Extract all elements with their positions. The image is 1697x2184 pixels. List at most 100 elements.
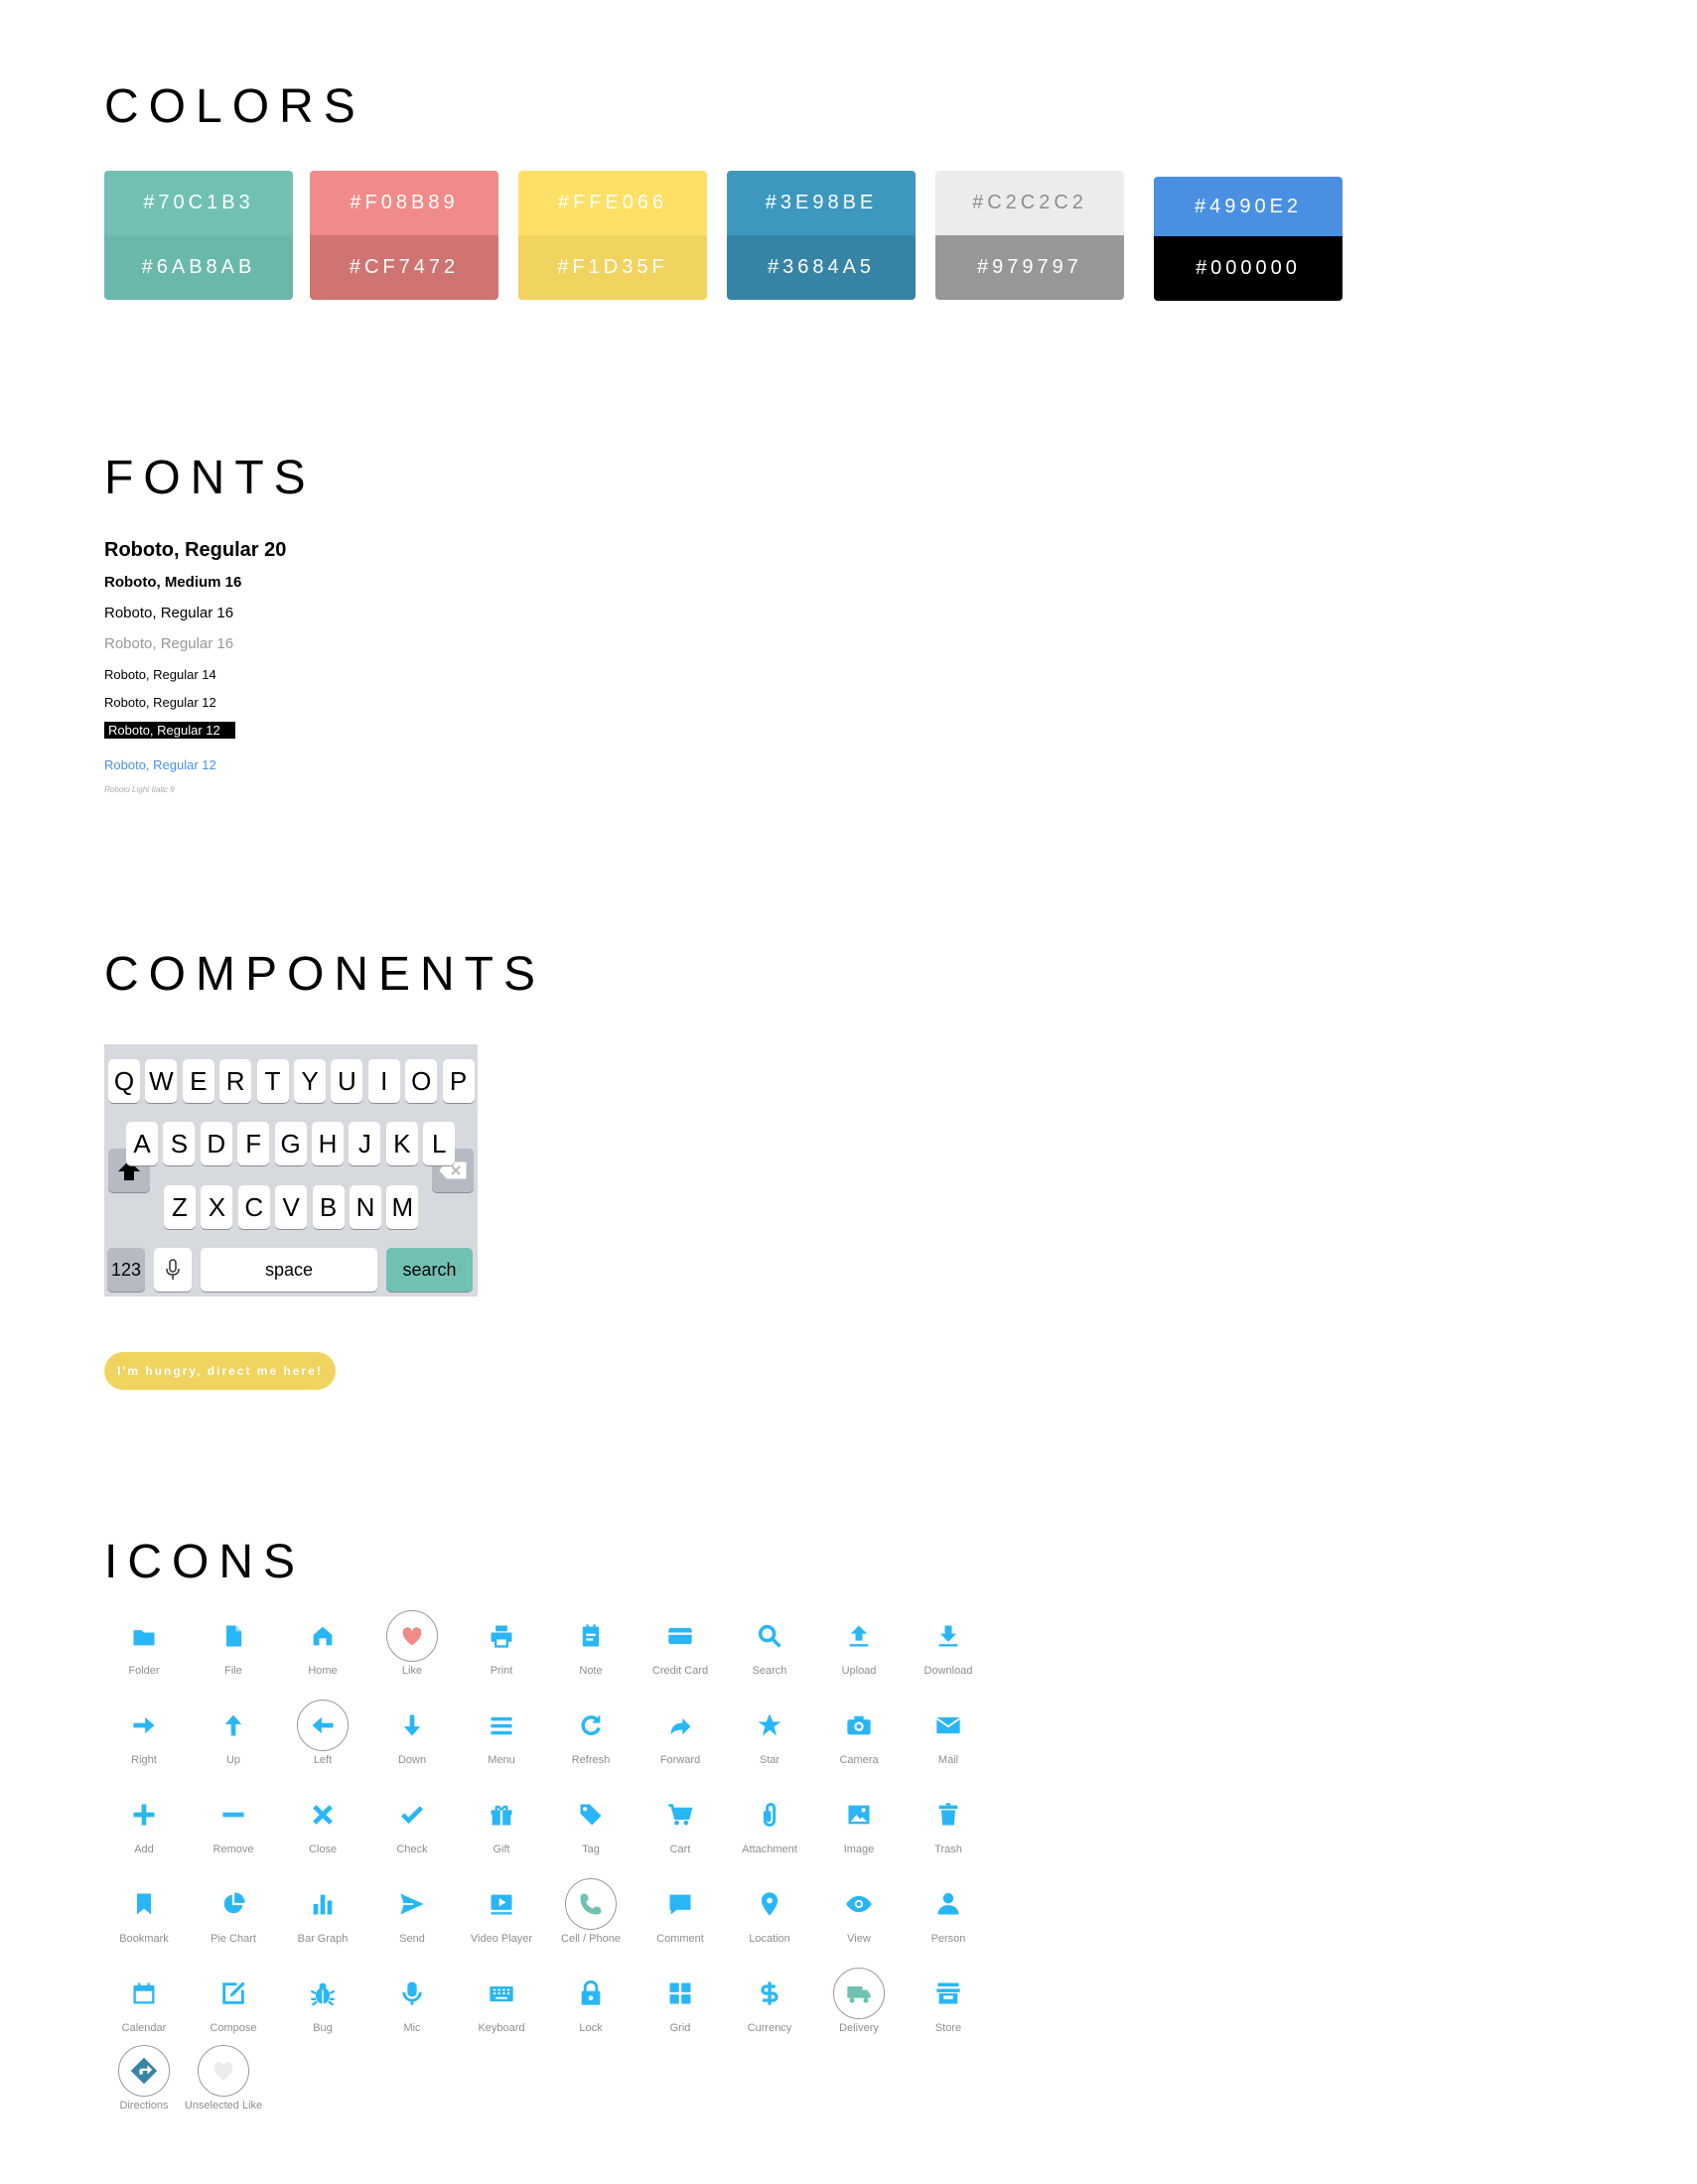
icon-label: Credit Card bbox=[651, 1665, 709, 1677]
icon-item-menu[interactable]: Menu bbox=[452, 1700, 551, 1766]
icon-item-upload[interactable]: Upload bbox=[809, 1610, 909, 1677]
icon-item-search[interactable]: Search bbox=[720, 1610, 819, 1677]
key-n[interactable]: N bbox=[350, 1185, 381, 1229]
icon-item-left[interactable]: Left bbox=[273, 1700, 372, 1766]
key-t[interactable]: T bbox=[256, 1059, 289, 1103]
font-sample-medium-16: Roboto, Medium 16 bbox=[104, 574, 242, 591]
icon-item-bug[interactable]: Bug bbox=[273, 1968, 372, 2034]
icon-item-right[interactable]: Right bbox=[94, 1700, 194, 1766]
icon-label: Store bbox=[934, 2022, 962, 2034]
check-icon bbox=[386, 1789, 438, 1841]
key-f[interactable]: F bbox=[237, 1122, 270, 1165]
icon-item-unselected-like[interactable]: Unselected Like bbox=[174, 2045, 273, 2112]
icon-item-star[interactable]: Star bbox=[720, 1700, 819, 1766]
key-m[interactable]: M bbox=[386, 1185, 419, 1229]
icon-item-bar-graph[interactable]: Bar Graph bbox=[273, 1878, 372, 1945]
key-l[interactable]: L bbox=[423, 1122, 456, 1165]
icon-item-home[interactable]: Home bbox=[273, 1610, 372, 1677]
icon-item-tag[interactable]: Tag bbox=[541, 1789, 640, 1855]
icon-item-credit-card[interactable]: Credit Card bbox=[631, 1610, 730, 1677]
icon-item-video-player[interactable]: Video Player bbox=[452, 1878, 551, 1945]
key-q[interactable]: Q bbox=[108, 1059, 140, 1103]
icon-item-keyboard[interactable]: Keyboard bbox=[452, 1968, 551, 2034]
icon-item-down[interactable]: Down bbox=[362, 1700, 462, 1766]
key-s[interactable]: S bbox=[163, 1122, 196, 1165]
icon-item-pie-chart[interactable]: Pie Chart bbox=[184, 1878, 283, 1945]
icon-item-mail[interactable]: Mail bbox=[899, 1700, 998, 1766]
key-r[interactable]: R bbox=[219, 1059, 252, 1103]
icon-item-close[interactable]: Close bbox=[273, 1789, 372, 1855]
icon-item-check[interactable]: Check bbox=[362, 1789, 462, 1855]
icon-item-add[interactable]: Add bbox=[94, 1789, 194, 1855]
swatch-top-hex: #3E98BE bbox=[727, 171, 916, 235]
icon-item-person[interactable]: Person bbox=[899, 1878, 998, 1945]
arrow-up-icon bbox=[208, 1700, 259, 1751]
icon-item-folder[interactable]: Folder bbox=[94, 1610, 194, 1677]
icon-item-mic[interactable]: Mic bbox=[362, 1968, 462, 2034]
icon-item-currency[interactable]: Currency bbox=[720, 1968, 819, 2034]
icon-item-refresh[interactable]: Refresh bbox=[541, 1700, 640, 1766]
icon-label: Calendar bbox=[121, 2022, 167, 2034]
icon-item-send[interactable]: Send bbox=[362, 1878, 462, 1945]
icon-label: Home bbox=[308, 1665, 338, 1677]
key-x[interactable]: X bbox=[201, 1185, 233, 1229]
icon-item-attachment[interactable]: Attachment bbox=[720, 1789, 819, 1855]
icon-item-download[interactable]: Download bbox=[899, 1610, 998, 1677]
icon-item-bookmark[interactable]: Bookmark bbox=[94, 1878, 194, 1945]
icon-item-cell-phone[interactable]: Cell / Phone bbox=[541, 1878, 640, 1945]
icon-item-remove[interactable]: Remove bbox=[184, 1789, 283, 1855]
key-p[interactable]: P bbox=[442, 1059, 475, 1103]
icon-item-note[interactable]: Note bbox=[541, 1610, 640, 1677]
font-sample-regular-14: Roboto, Regular 14 bbox=[104, 667, 216, 682]
icon-item-like[interactable]: Like bbox=[362, 1610, 462, 1677]
icon-item-compose[interactable]: Compose bbox=[184, 1968, 283, 2034]
key-b[interactable]: B bbox=[312, 1185, 345, 1229]
key-d[interactable]: D bbox=[200, 1122, 232, 1165]
key-g[interactable]: G bbox=[274, 1122, 307, 1165]
key-u[interactable]: U bbox=[331, 1059, 363, 1103]
icon-item-grid[interactable]: Grid bbox=[631, 1968, 730, 2034]
icon-item-forward[interactable]: Forward bbox=[631, 1700, 730, 1766]
icon-item-image[interactable]: Image bbox=[809, 1789, 909, 1855]
store-icon bbox=[922, 1968, 974, 2019]
key-z[interactable]: Z bbox=[164, 1185, 196, 1229]
icon-item-store[interactable]: Store bbox=[899, 1968, 998, 2034]
key-w[interactable]: W bbox=[145, 1059, 178, 1103]
key-c[interactable]: C bbox=[237, 1185, 270, 1229]
hungry-direct-button[interactable]: I'm hungry, direct me here! bbox=[104, 1352, 336, 1390]
key-h[interactable]: H bbox=[312, 1122, 344, 1165]
icon-item-comment[interactable]: Comment bbox=[631, 1878, 730, 1945]
icon-label: Video Player bbox=[470, 1933, 533, 1945]
icon-item-camera[interactable]: Camera bbox=[809, 1700, 909, 1766]
fonts-heading: FONTS bbox=[104, 452, 316, 504]
icon-item-cart[interactable]: Cart bbox=[631, 1789, 730, 1855]
icon-item-delivery[interactable]: Delivery bbox=[809, 1968, 909, 2034]
icon-item-trash[interactable]: Trash bbox=[899, 1789, 998, 1855]
icon-item-print[interactable]: Print bbox=[452, 1610, 551, 1677]
key-v[interactable]: V bbox=[275, 1185, 308, 1229]
icon-item-calendar[interactable]: Calendar bbox=[94, 1968, 194, 2034]
arrow-right-icon bbox=[118, 1700, 170, 1751]
space-key[interactable]: space bbox=[201, 1248, 377, 1292]
key-o[interactable]: O bbox=[405, 1059, 438, 1103]
icon-item-up[interactable]: Up bbox=[184, 1700, 283, 1766]
icon-label: Like bbox=[401, 1665, 423, 1677]
key-e[interactable]: E bbox=[182, 1059, 214, 1103]
key-y[interactable]: Y bbox=[294, 1059, 326, 1103]
icon-item-location[interactable]: Location bbox=[720, 1878, 819, 1945]
search-key[interactable]: search bbox=[386, 1248, 473, 1292]
file-icon bbox=[208, 1610, 259, 1662]
icon-label: Search bbox=[752, 1665, 787, 1677]
icon-item-gift[interactable]: Gift bbox=[452, 1789, 551, 1855]
key-k[interactable]: K bbox=[385, 1122, 418, 1165]
numbers-key[interactable]: 123 bbox=[107, 1248, 145, 1292]
icon-item-view[interactable]: View bbox=[809, 1878, 909, 1945]
key-j[interactable]: J bbox=[349, 1122, 381, 1165]
key-i[interactable]: I bbox=[367, 1059, 400, 1103]
icon-item-file[interactable]: File bbox=[184, 1610, 283, 1677]
mic-key[interactable] bbox=[154, 1248, 192, 1292]
key-a[interactable]: A bbox=[126, 1122, 158, 1165]
phone-icon bbox=[565, 1878, 617, 1930]
icon-item-lock[interactable]: Lock bbox=[541, 1968, 640, 2034]
icon-label: Lock bbox=[579, 2022, 603, 2034]
